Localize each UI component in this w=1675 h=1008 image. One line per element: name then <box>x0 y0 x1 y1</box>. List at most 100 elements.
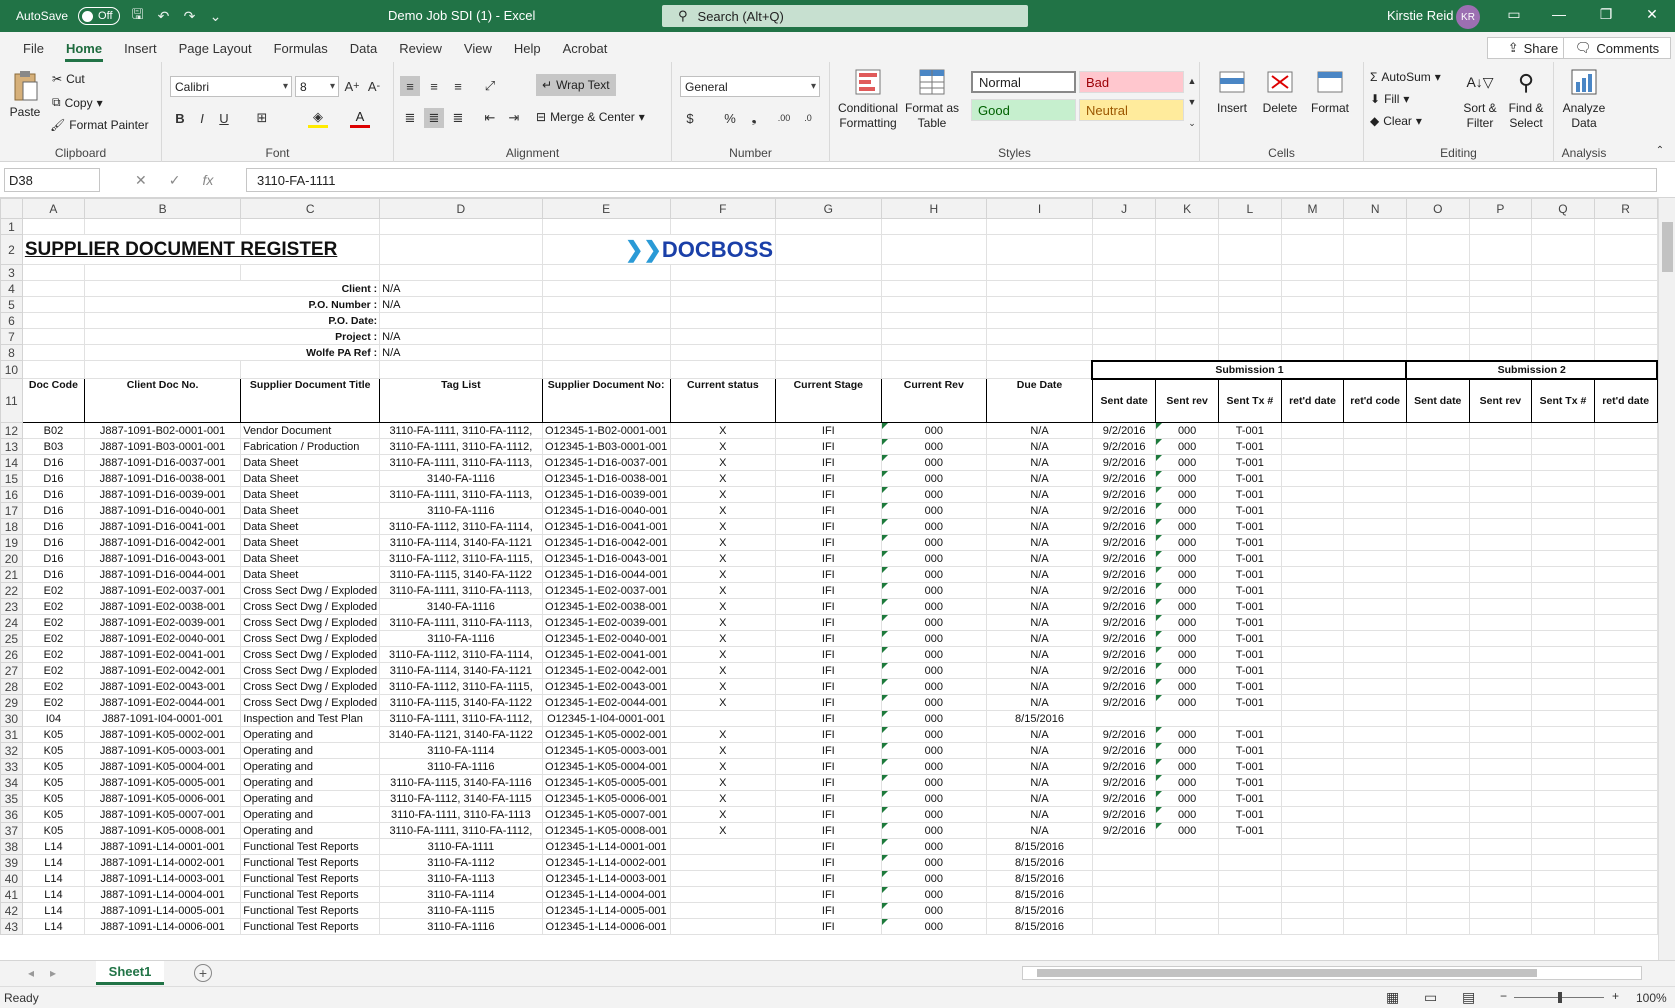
column-header-E[interactable]: E <box>541 198 671 219</box>
name-box[interactable]: D38 <box>4 168 100 192</box>
cell[interactable] <box>1531 710 1595 727</box>
select-all-corner[interactable] <box>0 198 23 219</box>
cell[interactable] <box>1531 550 1595 567</box>
cell[interactable] <box>1405 264 1470 281</box>
cell[interactable] <box>1280 218 1345 235</box>
cell[interactable]: 3110-FA-1111, 3110-FA-1113, <box>379 486 543 503</box>
cell[interactable]: 3110-FA-1111 <box>379 838 543 855</box>
cell[interactable]: T-001 <box>1217 518 1282 535</box>
cell[interactable]: Data Sheet <box>240 486 381 503</box>
row-header[interactable]: 6 <box>0 312 23 329</box>
cell[interactable]: 000 <box>1155 502 1219 519</box>
cell[interactable] <box>669 280 777 297</box>
cell[interactable]: N/A <box>986 790 1093 807</box>
cell[interactable]: IFI <box>775 902 882 919</box>
cell[interactable]: E02 <box>21 646 85 663</box>
cell[interactable]: 000 <box>1155 518 1219 535</box>
cell[interactable]: 9/2/2016 <box>1091 566 1157 583</box>
cell[interactable] <box>1593 470 1658 487</box>
align-bottom-icon[interactable]: ≡ <box>448 76 468 96</box>
cell[interactable] <box>1405 902 1470 919</box>
cell[interactable] <box>541 264 671 281</box>
cell[interactable]: 000 <box>1155 454 1219 471</box>
cell[interactable] <box>1405 312 1470 329</box>
cell[interactable] <box>986 218 1093 235</box>
tab-view[interactable]: View <box>453 41 503 62</box>
cell[interactable] <box>1091 344 1157 361</box>
cell[interactable] <box>1155 918 1219 935</box>
cell[interactable]: 3110-FA-1111, 3110-FA-1112, <box>379 422 543 439</box>
column-header-N[interactable]: N <box>1343 198 1407 219</box>
cell[interactable]: 000 <box>880 854 988 871</box>
cell[interactable]: 000 <box>1155 614 1219 631</box>
column-header-O[interactable]: O <box>1405 198 1470 219</box>
cell[interactable]: 000 <box>880 534 988 551</box>
column-header-K[interactable]: K <box>1155 198 1219 219</box>
cell[interactable]: O12345-1-E02-0038-001 <box>541 598 671 615</box>
cell[interactable]: O12345-1-L14-0001-001 <box>541 838 671 855</box>
cell[interactable] <box>1468 806 1533 823</box>
cell[interactable]: Cross Sect Dwg / Exploded <box>240 582 381 599</box>
cell[interactable] <box>1343 550 1407 567</box>
cell[interactable]: 9/2/2016 <box>1091 662 1157 679</box>
cell[interactable] <box>1343 598 1407 615</box>
percent-icon[interactable]: % <box>720 108 740 128</box>
cell[interactable]: T-001 <box>1217 678 1282 695</box>
cell[interactable] <box>1280 726 1345 743</box>
cell[interactable]: 8/15/2016 <box>986 710 1093 727</box>
cell[interactable] <box>669 296 777 313</box>
cell[interactable] <box>1091 902 1157 919</box>
cell[interactable]: D16 <box>21 518 85 535</box>
cell[interactable] <box>1155 296 1219 313</box>
cell[interactable] <box>1593 726 1658 743</box>
cell[interactable]: O12345-1-D16-0043-001 <box>541 550 671 567</box>
cell[interactable]: 3110-FA-1111, 3110-FA-1113 <box>379 806 543 823</box>
orientation-icon[interactable]: ⤢ <box>480 76 500 96</box>
row-header[interactable]: 17 <box>0 502 23 519</box>
cell[interactable]: T-001 <box>1217 486 1282 503</box>
wrap-text-button[interactable]: ↵ Wrap Text <box>536 74 616 96</box>
zoom-level[interactable]: 100% <box>1636 991 1667 1005</box>
cell[interactable]: X <box>669 790 777 807</box>
cell[interactable] <box>1531 534 1595 551</box>
cell[interactable]: X <box>669 742 777 759</box>
cell[interactable] <box>1531 470 1595 487</box>
cell[interactable] <box>1280 470 1345 487</box>
cell[interactable] <box>1405 518 1470 535</box>
meta-value[interactable]: N/A <box>379 296 543 313</box>
cell[interactable] <box>1531 502 1595 519</box>
cell[interactable]: 000 <box>880 742 988 759</box>
cell[interactable] <box>1343 218 1407 235</box>
cell[interactable]: O12345-1-E02-0044-001 <box>541 694 671 711</box>
cell[interactable]: K05 <box>21 758 85 775</box>
cell[interactable]: 000 <box>1155 582 1219 599</box>
cell[interactable] <box>1531 694 1595 711</box>
cell[interactable] <box>1468 454 1533 471</box>
cell[interactable] <box>1343 502 1407 519</box>
cell[interactable]: Cross Sect Dwg / Exploded <box>240 694 381 711</box>
cell[interactable]: 3110-FA-1111, 3110-FA-1113, <box>379 614 543 631</box>
cell[interactable]: O12345-1-E02-0041-001 <box>541 646 671 663</box>
cell[interactable] <box>1405 726 1470 743</box>
cell[interactable]: N/A <box>986 646 1093 663</box>
cell[interactable]: O12345-1-D16-0039-001 <box>541 486 671 503</box>
cell[interactable]: N/A <box>986 598 1093 615</box>
cell[interactable]: J887-1091-E02-0043-001 <box>83 678 242 695</box>
column-header-P[interactable]: P <box>1468 198 1533 219</box>
cell[interactable] <box>1343 662 1407 679</box>
cell[interactable]: 3140-FA-1116 <box>379 470 543 487</box>
cell[interactable] <box>1531 646 1595 663</box>
cell[interactable] <box>1155 344 1219 361</box>
cell[interactable] <box>1405 550 1470 567</box>
cell[interactable]: N/A <box>986 486 1093 503</box>
cell[interactable]: J887-1091-B03-0001-001 <box>83 438 242 455</box>
cell[interactable]: IFI <box>775 582 882 599</box>
cell[interactable]: IFI <box>775 838 882 855</box>
tab-page-layout[interactable]: Page Layout <box>168 41 263 62</box>
cell[interactable]: J887-1091-E02-0044-001 <box>83 694 242 711</box>
cell[interactable]: L14 <box>21 918 85 935</box>
enter-icon[interactable]: ✓ <box>169 172 181 189</box>
cell[interactable]: O12345-1-B03-0001-001 <box>541 438 671 455</box>
cell[interactable]: 3110-FA-1116 <box>379 918 543 935</box>
restore-icon[interactable]: ❐ <box>1596 6 1616 23</box>
